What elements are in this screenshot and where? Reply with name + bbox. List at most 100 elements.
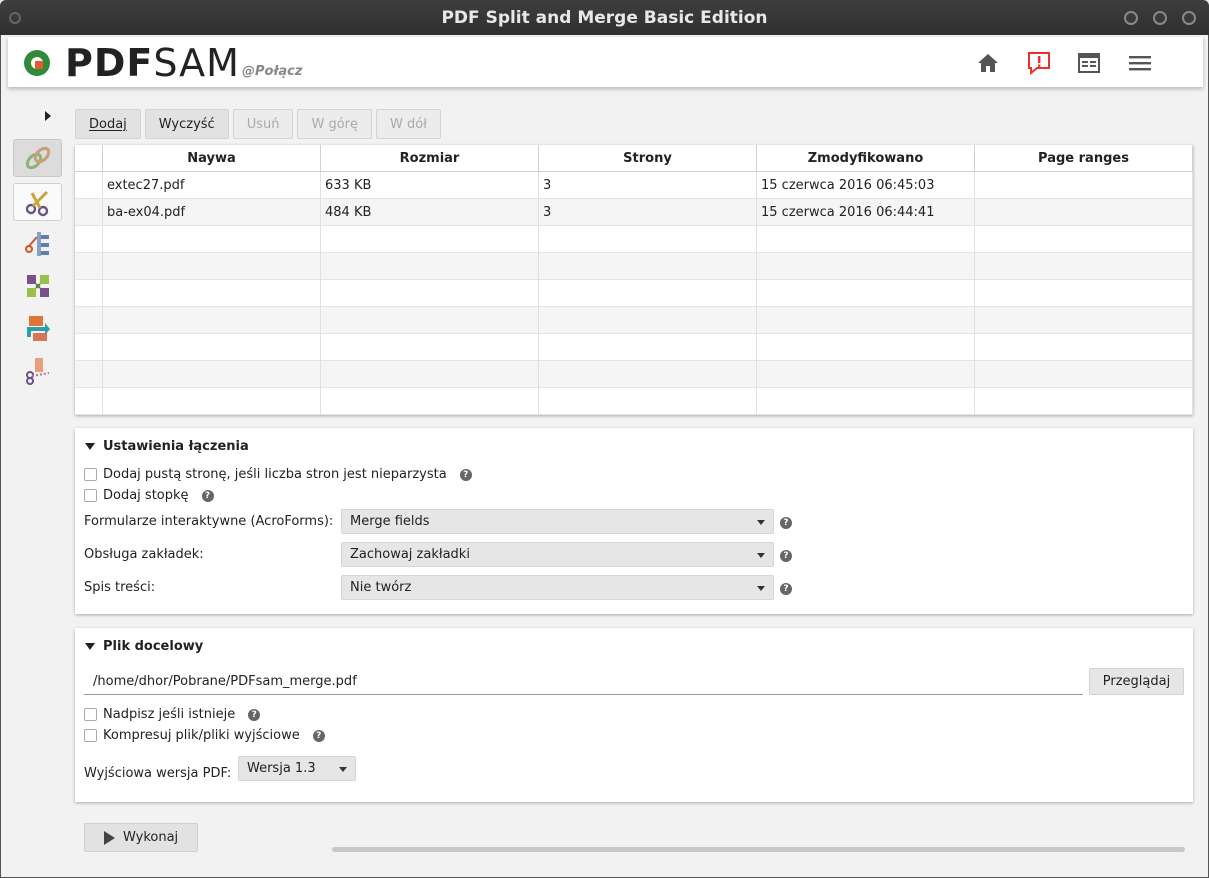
move-down-button[interactable]: W dół (376, 109, 441, 139)
toc-select[interactable]: Nie twórz (341, 575, 774, 600)
merge-settings-panel: Ustawienia łączenia Dodaj pustą stronę, … (75, 428, 1193, 614)
move-up-button-label: W górę (311, 116, 359, 132)
app-frame: PDFSAM @Połącz Dodaj Wyczyść Usuń W górę… (0, 35, 1209, 878)
window-titlebar: PDF Split and Merge Basic Edition (0, 0, 1209, 35)
column-header-size[interactable]: Rozmiar (321, 145, 539, 172)
module-name: @Połącz (242, 64, 303, 79)
run-button[interactable]: Wykonaj (84, 823, 198, 852)
table-body: extec27.pdf 633 KB 3 15 czerwca 2016 06:… (75, 172, 1193, 415)
table-row[interactable]: extec27.pdf 633 KB 3 15 czerwca 2016 06:… (75, 172, 1193, 199)
pdfsam-logo-icon (24, 50, 50, 76)
empty-row (75, 226, 1193, 253)
empty-row (75, 388, 1193, 415)
close-button[interactable] (1182, 11, 1196, 25)
acroforms-value: Merge fields (350, 514, 430, 529)
browse-button[interactable]: Przeglądaj (1089, 668, 1184, 695)
rotate-module-button[interactable] (13, 309, 62, 347)
empty-row (75, 253, 1193, 280)
page-ranges-cell[interactable] (975, 172, 1193, 198)
file-name-cell: extec27.pdf (103, 172, 321, 198)
news-alert-icon[interactable] (1026, 51, 1052, 75)
blank-page-option[interactable]: Dodaj pustą stronę, jeśli liczba stron j… (84, 467, 472, 482)
window-menu-icon[interactable] (9, 12, 21, 24)
expand-sidebar-icon[interactable] (45, 111, 51, 121)
acroforms-label: Formularze interaktywne (AcroForms): (84, 514, 334, 529)
files-table: Naywa Rozmiar Strony Zmodyfikowano Page … (75, 145, 1193, 415)
pdf-version-label: Wyjściowa wersja PDF: (84, 766, 232, 781)
column-header-pages[interactable]: Strony (539, 145, 757, 172)
footer-checkbox[interactable] (84, 489, 97, 502)
selection-toolbar: Dodaj Wyczyść Usuń W górę W dół (75, 109, 441, 139)
file-size-cell: 633 KB (321, 172, 539, 198)
logo-pdf-text: PDF (65, 41, 154, 85)
empty-row (75, 280, 1193, 307)
overwrite-option[interactable]: Nadpisz jeśli istnieje ? (84, 707, 261, 722)
chevron-down-icon (757, 520, 765, 525)
move-up-button[interactable]: W górę (297, 109, 373, 139)
compress-label: Kompresuj plik/pliki wyjściowe (103, 728, 300, 743)
destination-path-value: /home/dhor/Pobrane/PDFsam_merge.pdf (93, 673, 357, 689)
row-index-header (75, 145, 103, 172)
overwrite-checkbox[interactable] (84, 708, 97, 721)
alternate-mix-button[interactable] (13, 267, 62, 305)
acroforms-select[interactable]: Merge fields (341, 509, 774, 534)
menu-icon[interactable] (1127, 51, 1153, 75)
blank-page-checkbox[interactable] (84, 468, 97, 481)
destination-panel: Plik docelowy /home/dhor/Pobrane/PDFsam_… (75, 628, 1193, 802)
merge-module-button[interactable] (13, 139, 62, 177)
clear-button-label: Wyczyść (158, 116, 215, 132)
remove-button[interactable]: Usuń (232, 109, 294, 139)
table-row[interactable]: ba-ex04.pdf 484 KB 3 15 czerwca 2016 06:… (75, 199, 1193, 226)
column-header-name[interactable]: Naywa (103, 145, 321, 172)
app-logo: PDFSAM (65, 41, 240, 85)
bookmarks-select[interactable]: Zachowaj zakładki (341, 542, 774, 567)
progress-bar (332, 847, 1185, 852)
column-header-page-ranges[interactable]: Page ranges (975, 145, 1193, 172)
help-icon[interactable]: ? (780, 517, 792, 529)
row-index-cell (75, 199, 103, 225)
pdf-version-select[interactable]: Wersja 1.3 (238, 756, 356, 781)
file-pages-cell: 3 (539, 199, 757, 225)
merge-chain-icon (25, 146, 50, 170)
toc-value: Nie twórz (350, 580, 412, 595)
file-name-cell: ba-ex04.pdf (103, 199, 321, 225)
bookmarks-label: Obsługa zakładek: (84, 547, 204, 562)
split-module-button[interactable] (13, 183, 62, 221)
rotate-icon (26, 316, 50, 341)
pdf-version-value: Wersja 1.3 (247, 761, 316, 776)
help-icon[interactable]: ? (459, 468, 472, 481)
play-icon (104, 830, 115, 845)
split-by-bookmarks-button[interactable] (13, 225, 62, 263)
clear-button[interactable]: Wyczyść (144, 109, 229, 139)
add-button[interactable]: Dodaj (75, 109, 141, 139)
merge-settings-header[interactable]: Ustawienia łączenia (85, 439, 249, 454)
help-icon[interactable]: ? (248, 708, 261, 721)
workspace-icon[interactable] (1076, 51, 1102, 75)
footer-option[interactable]: Dodaj stopkę ? (84, 488, 214, 503)
chevron-down-icon (757, 553, 765, 558)
help-icon[interactable]: ? (780, 550, 792, 562)
compress-checkbox[interactable] (84, 729, 97, 742)
extract-module-button[interactable] (13, 351, 62, 389)
page-ranges-cell[interactable] (975, 199, 1193, 225)
logo-sam-text: SAM (153, 41, 240, 85)
compress-option[interactable]: Kompresuj plik/pliki wyjściowe ? (84, 728, 325, 743)
window-title: PDF Split and Merge Basic Edition (441, 7, 768, 28)
add-button-label: Dodaj (89, 116, 127, 132)
maximize-button[interactable] (1153, 11, 1167, 25)
destination-path-input[interactable]: /home/dhor/Pobrane/PDFsam_merge.pdf (84, 668, 1083, 695)
destination-title: Plik docelowy (103, 639, 204, 654)
bookmarks-value: Zachowaj zakładki (350, 547, 470, 562)
scissors-icon (25, 190, 48, 217)
column-header-modified[interactable]: Zmodyfikowano (757, 145, 975, 172)
help-icon[interactable]: ? (201, 489, 214, 502)
help-icon[interactable]: ? (780, 583, 792, 595)
chevron-down-icon (339, 767, 347, 772)
move-down-button-label: W dół (390, 116, 427, 132)
footer-label: Dodaj stopkę (103, 488, 189, 503)
minimize-button[interactable] (1124, 11, 1138, 25)
home-icon[interactable] (975, 51, 1001, 75)
help-icon[interactable]: ? (312, 729, 325, 742)
overwrite-label: Nadpisz jeśli istnieje (103, 707, 236, 722)
destination-header[interactable]: Plik docelowy (85, 639, 203, 654)
